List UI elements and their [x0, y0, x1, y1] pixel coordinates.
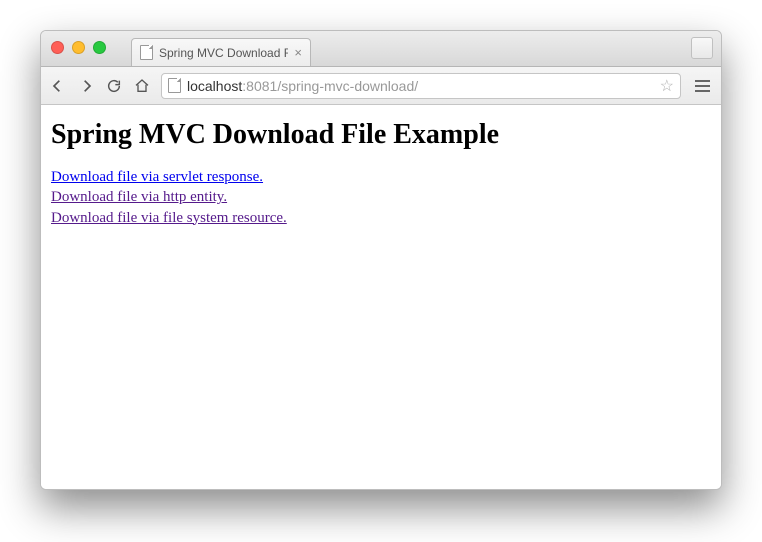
back-button[interactable] — [49, 77, 67, 95]
download-link-servlet[interactable]: Download file via servlet response. — [51, 167, 263, 187]
browser-window: Spring MVC Download File × localhost:808… — [40, 30, 722, 490]
page-icon — [140, 45, 153, 60]
traffic-lights — [51, 41, 106, 54]
url-text: localhost:8081/spring-mvc-download/ — [187, 78, 660, 94]
browser-tab[interactable]: Spring MVC Download File × — [131, 38, 311, 66]
url-path: /spring-mvc-download/ — [277, 78, 418, 94]
bookmark-star-icon[interactable]: ☆ — [660, 76, 674, 96]
url-host: localhost — [187, 78, 242, 94]
home-button[interactable] — [133, 77, 151, 95]
download-link-file-system[interactable]: Download file via file system resource. — [51, 208, 287, 228]
forward-button[interactable] — [77, 77, 95, 95]
close-window-button[interactable] — [51, 41, 64, 54]
url-port: :8081 — [242, 78, 277, 94]
link-list: Download file via servlet response. Down… — [51, 167, 711, 228]
address-bar[interactable]: localhost:8081/spring-mvc-download/ ☆ — [161, 73, 681, 99]
page-heading: Spring MVC Download File Example — [51, 119, 711, 151]
page-content: Spring MVC Download File Example Downloa… — [41, 105, 721, 489]
download-link-http-entity[interactable]: Download file via http entity. — [51, 187, 227, 207]
window-toggle-button[interactable] — [691, 37, 713, 59]
hamburger-menu-button[interactable] — [691, 80, 713, 92]
browser-toolbar: localhost:8081/spring-mvc-download/ ☆ — [41, 67, 721, 105]
minimize-window-button[interactable] — [72, 41, 85, 54]
reload-button[interactable] — [105, 77, 123, 95]
close-tab-icon[interactable]: × — [294, 45, 302, 60]
tab-title: Spring MVC Download File — [159, 46, 288, 60]
window-titlebar: Spring MVC Download File × — [41, 31, 721, 67]
page-icon — [168, 78, 181, 93]
zoom-window-button[interactable] — [93, 41, 106, 54]
